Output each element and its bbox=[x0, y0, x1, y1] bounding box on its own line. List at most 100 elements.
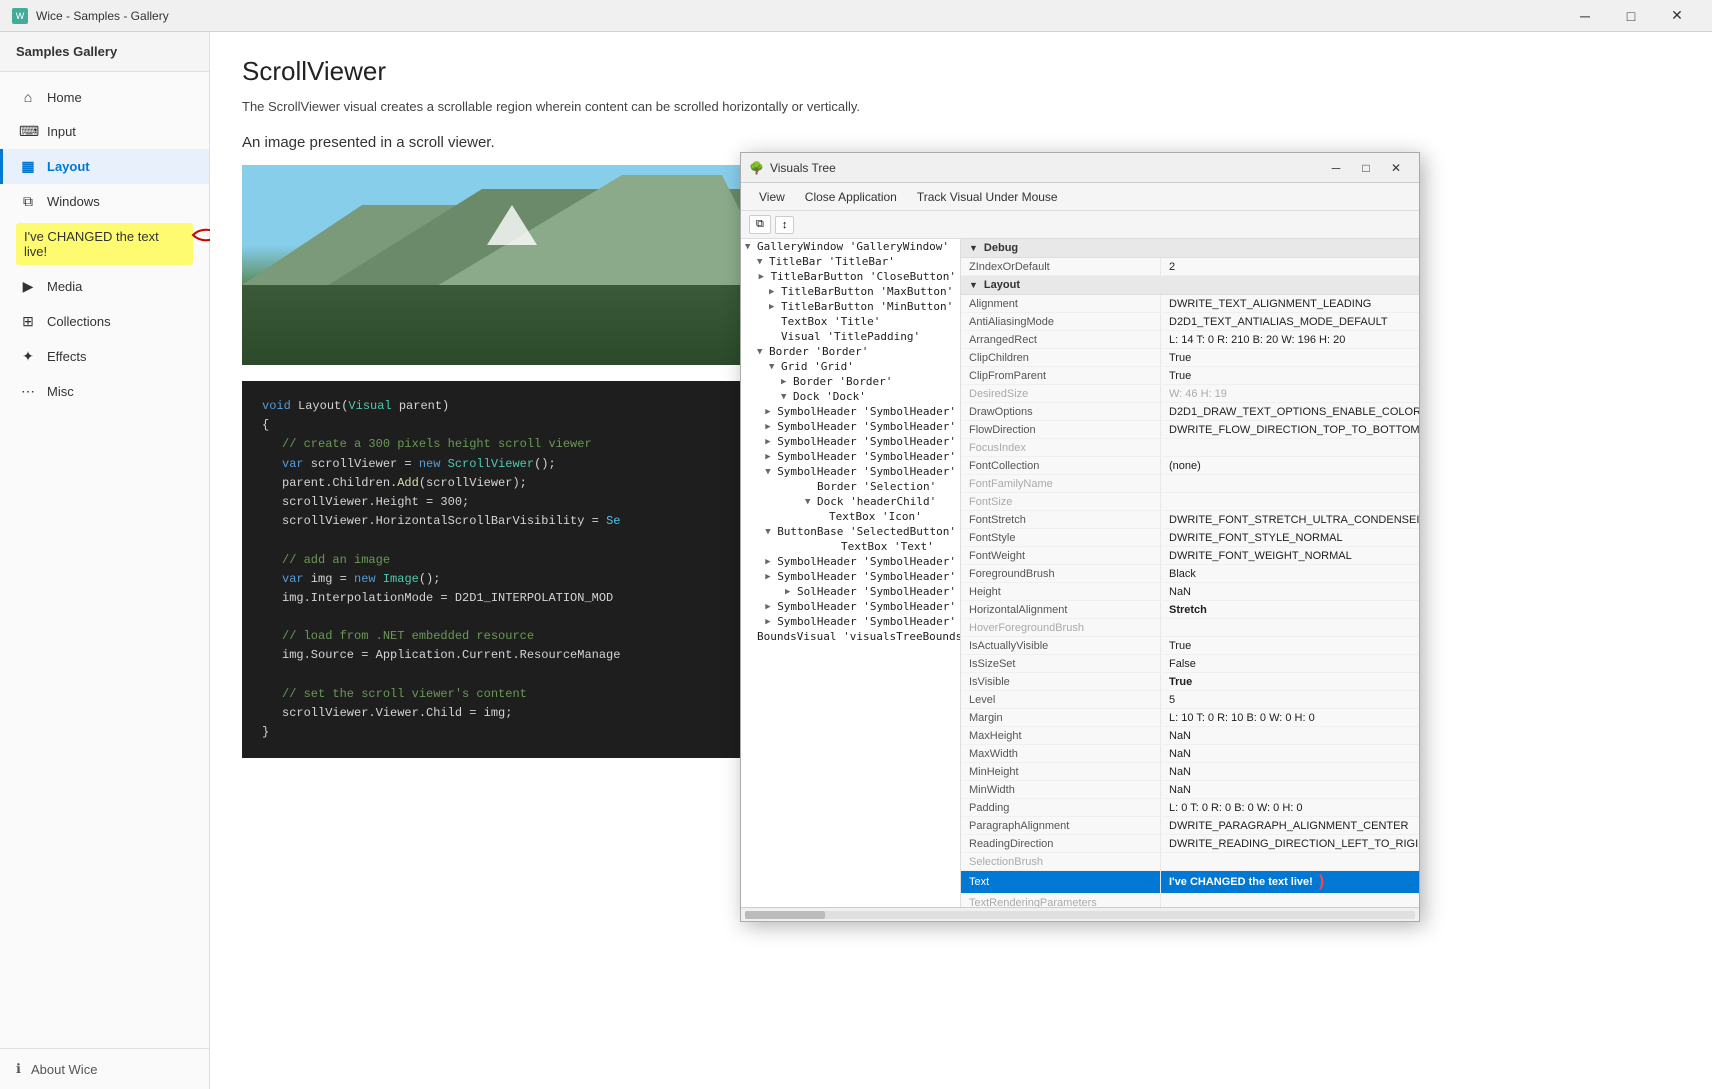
tree-item-label: SolHeader 'SymbolHeader' bbox=[797, 585, 956, 598]
tree-item[interactable]: ▼ Grid 'Grid' bbox=[741, 359, 960, 374]
tree-item[interactable]: ▼ Border 'Border' bbox=[741, 344, 960, 359]
close-button[interactable]: ✕ bbox=[1654, 0, 1700, 32]
vt-menu-track-visual[interactable]: Track Visual Under Mouse bbox=[907, 186, 1068, 208]
vt-tool-layout-btn[interactable]: ⧉ bbox=[749, 215, 771, 234]
code-block: void Layout(Visual parent) { // create a… bbox=[242, 381, 782, 758]
tree-item[interactable]: ▼ SymbolHeader 'SymbolHeader' bbox=[741, 464, 960, 479]
scroll-viewer-image bbox=[242, 165, 782, 365]
collections-icon: ⊞ bbox=[19, 313, 37, 330]
sidebar-item-effects[interactable]: ✦ Effects bbox=[0, 339, 209, 374]
tree-item-label: GalleryWindow 'GalleryWindow' bbox=[757, 240, 949, 253]
tree-item[interactable]: ▶ TitleBarButton 'MinButton' bbox=[741, 299, 960, 314]
vt-tool-sort-btn[interactable]: ↕ bbox=[775, 216, 795, 234]
props-row: FlowDirection DWRITE_FLOW_DIRECTION_TOP_… bbox=[961, 421, 1419, 439]
tree-item[interactable]: ▶ TitleBarButton 'MaxButton' bbox=[741, 284, 960, 299]
vt-menu-close-app[interactable]: Close Application bbox=[795, 186, 907, 208]
tree-item[interactable]: ▶ SymbolHeader 'SymbolHeader' bbox=[741, 419, 960, 434]
tree-item[interactable]: ▶ SymbolHeader 'SymbolHeader' bbox=[741, 404, 960, 419]
prop-name: ReadingDirection bbox=[961, 835, 1161, 852]
tree-item[interactable]: ▶ Visual 'TitlePadding' bbox=[741, 329, 960, 344]
sidebar-item-misc[interactable]: ⋯ Misc bbox=[0, 374, 209, 409]
prop-name: MinWidth bbox=[961, 781, 1161, 798]
prop-name: Level bbox=[961, 691, 1161, 708]
props-row: HorizontalAlignment Stretch bbox=[961, 601, 1419, 619]
tree-item[interactable]: ▶ SymbolHeader 'SymbolHeader' bbox=[741, 434, 960, 449]
tree-item[interactable]: ▼ GalleryWindow 'GalleryWindow' bbox=[741, 239, 960, 254]
code-line: // load from .NET embedded resource bbox=[262, 627, 762, 646]
about-wice-item[interactable]: ℹ About Wice bbox=[16, 1061, 193, 1077]
vt-menu-view[interactable]: View bbox=[749, 186, 795, 208]
vt-titlebar-controls: ─ □ ✕ bbox=[1321, 154, 1411, 182]
sidebar-item-input[interactable]: ⌨ Input bbox=[0, 114, 209, 149]
title-bar-controls: ─ □ ✕ bbox=[1562, 0, 1700, 32]
code-line bbox=[262, 666, 762, 685]
prop-name: HoverForegroundBrush bbox=[961, 619, 1161, 636]
tree-item[interactable]: ▼ TitleBar 'TitleBar' bbox=[741, 254, 960, 269]
window-title: Wice - Samples - Gallery bbox=[36, 9, 169, 23]
tree-item[interactable]: ─ TextBox 'Icon' bbox=[741, 509, 960, 524]
vt-props-panel[interactable]: ▼ Debug ZIndexOrDefault 2 ▼ Layout Align… bbox=[961, 239, 1419, 907]
vt-tree-panel[interactable]: ▼ GalleryWindow 'GalleryWindow' ▼ TitleB… bbox=[741, 239, 961, 907]
vt-maximize-button[interactable]: □ bbox=[1351, 154, 1381, 182]
props-row-text-selected[interactable]: Text I've CHANGED the text live! ) bbox=[961, 871, 1419, 894]
sidebar-item-collections[interactable]: ⊞ Collections bbox=[0, 304, 209, 339]
props-row: FocusIndex bbox=[961, 439, 1419, 457]
tree-item[interactable]: ▶ SymbolHeader 'SymbolHeader' bbox=[741, 449, 960, 464]
minimize-button[interactable]: ─ bbox=[1562, 0, 1608, 32]
prop-name: ZIndexOrDefault bbox=[961, 258, 1161, 275]
tree-item-label: SymbolHeader 'SymbolHeader' bbox=[777, 555, 956, 568]
prop-name: MaxWidth bbox=[961, 745, 1161, 762]
code-line: // set the scroll viewer's content bbox=[262, 685, 762, 704]
scroll-track bbox=[745, 911, 1415, 919]
sidebar-item-media[interactable]: ▶ Media bbox=[0, 269, 209, 304]
tree-item[interactable]: ▶ SymbolHeader 'SymbolHeader' bbox=[741, 599, 960, 614]
sidebar-item-layout[interactable]: ▦ Layout bbox=[0, 149, 209, 184]
tree-item[interactable]: ▼ Dock 'headerChild' bbox=[741, 494, 960, 509]
scroll-thumb[interactable] bbox=[745, 911, 825, 919]
tree-item[interactable]: ▶ BoundsVisual 'visualsTreeBounds' bbox=[741, 629, 960, 644]
tree-item[interactable]: ▶ SymbolHeader 'SymbolHeader' bbox=[741, 554, 960, 569]
sidebar-item-home[interactable]: ⌂ Home bbox=[0, 80, 209, 114]
prop-name: FontWeight bbox=[961, 547, 1161, 564]
tree-item[interactable]: ▶ TextBox 'Title' bbox=[741, 314, 960, 329]
prop-name: Margin bbox=[961, 709, 1161, 726]
prop-name: DrawOptions bbox=[961, 403, 1161, 420]
tree-item[interactable]: ▼ Dock 'Dock' bbox=[741, 389, 960, 404]
tree-item[interactable]: ▶ Border 'Border' bbox=[741, 374, 960, 389]
props-section-debug[interactable]: ▼ Debug bbox=[961, 239, 1419, 258]
vt-icon: 🌳 bbox=[749, 161, 764, 175]
windows-icon: ⧉ bbox=[19, 193, 37, 210]
sidebar-item-label: Media bbox=[47, 279, 82, 294]
tree-item-label: Border 'Selection' bbox=[817, 480, 936, 493]
code-line: scrollViewer.Viewer.Child = img; bbox=[262, 704, 762, 723]
tree-item[interactable]: ▶ SolHeader 'SymbolHeader' bbox=[741, 584, 960, 599]
sidebar-item-windows[interactable]: ⧉ Windows bbox=[0, 184, 209, 219]
vt-close-button[interactable]: ✕ bbox=[1381, 154, 1411, 182]
tree-item[interactable]: ─ TextBox 'Text' bbox=[741, 539, 960, 554]
tree-item-label: BoundsVisual 'visualsTreeBounds' bbox=[757, 630, 961, 643]
tree-item[interactable]: ▼ ButtonBase 'SelectedButton' bbox=[741, 524, 960, 539]
tree-item[interactable]: ▶ SymbolHeader 'SymbolHeader' bbox=[741, 614, 960, 629]
code-line: { bbox=[262, 416, 762, 435]
prop-value bbox=[1161, 619, 1419, 636]
prop-value: NaN bbox=[1161, 781, 1419, 798]
vt-minimize-button[interactable]: ─ bbox=[1321, 154, 1351, 182]
tree-item[interactable]: ▶ TitleBarButton 'CloseButton' bbox=[741, 269, 960, 284]
forest-bottom bbox=[242, 285, 782, 365]
code-line: void Layout(Visual parent) bbox=[262, 397, 762, 416]
maximize-button[interactable]: □ bbox=[1608, 0, 1654, 32]
props-row: ForegroundBrush Black bbox=[961, 565, 1419, 583]
props-row: FontStyle DWRITE_FONT_STYLE_NORMAL bbox=[961, 529, 1419, 547]
prop-value: Stretch bbox=[1161, 601, 1419, 618]
vt-horizontal-scrollbar[interactable] bbox=[741, 907, 1419, 921]
tree-item-label: SymbolHeader 'SymbolHeader' bbox=[777, 435, 956, 448]
props-section-layout[interactable]: ▼ Layout bbox=[961, 276, 1419, 295]
sidebar-item-highlighted[interactable]: I've CHANGED the text live! bbox=[16, 223, 193, 265]
code-line: img.InterpolationMode = D2D1_INTERPOLATI… bbox=[262, 589, 762, 608]
prop-value bbox=[1161, 894, 1419, 907]
props-row: Height NaN bbox=[961, 583, 1419, 601]
tree-item[interactable]: ▶ SymbolHeader 'SymbolHeader' bbox=[741, 569, 960, 584]
tree-item[interactable]: ─ Border 'Selection' bbox=[741, 479, 960, 494]
prop-value bbox=[1161, 493, 1419, 510]
code-line: var scrollViewer = new ScrollViewer(); bbox=[262, 455, 762, 474]
